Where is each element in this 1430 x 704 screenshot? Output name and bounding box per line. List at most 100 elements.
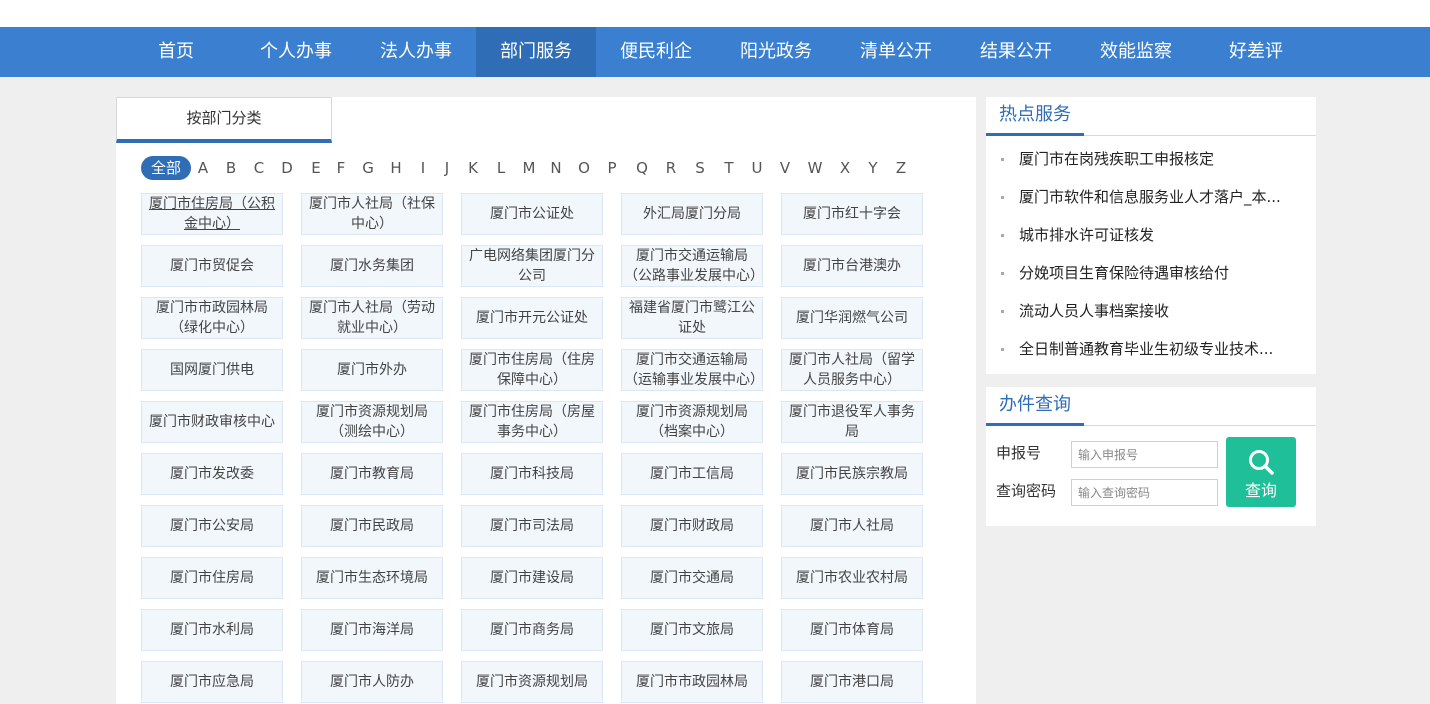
alphabet-letter-z[interactable]: Z — [892, 156, 910, 180]
department-item[interactable]: 厦门市人社局（劳动就业中心） — [301, 297, 443, 339]
department-item[interactable]: 厦门市人社局（留学人员服务中心） — [781, 349, 923, 391]
alphabet-letter-h[interactable]: H — [387, 156, 405, 180]
hot-service-item[interactable]: 分娩项目生育保险待遇审核给付 — [998, 261, 1308, 285]
alphabet-letter-u[interactable]: U — [748, 156, 766, 180]
department-item[interactable]: 厦门市建设局 — [461, 557, 603, 599]
department-item[interactable]: 厦门市人防办 — [301, 661, 443, 703]
alphabet-letter-k[interactable]: K — [464, 156, 482, 180]
nav-item[interactable]: 个人办事 — [236, 27, 356, 77]
query-button[interactable]: 查询 — [1226, 437, 1296, 507]
alphabet-letter-d[interactable]: D — [278, 156, 296, 180]
nav-item[interactable]: 法人办事 — [356, 27, 476, 77]
department-item[interactable]: 厦门市教育局 — [301, 453, 443, 495]
nav-item[interactable]: 便民利企 — [596, 27, 716, 77]
alphabet-letter-b[interactable]: B — [222, 156, 240, 180]
department-item[interactable]: 厦门市市政园林局 — [621, 661, 763, 703]
department-item[interactable]: 厦门市财政审核中心 — [141, 401, 283, 443]
nav-item[interactable]: 清单公开 — [836, 27, 956, 77]
alphabet-letter-r[interactable]: R — [662, 156, 680, 180]
department-item[interactable]: 厦门市人社局 — [781, 505, 923, 547]
department-item[interactable]: 厦门市民族宗教局 — [781, 453, 923, 495]
department-item[interactable]: 福建省厦门市鹭江公证处 — [621, 297, 763, 339]
department-item[interactable]: 厦门市农业农村局 — [781, 557, 923, 599]
alphabet-letter-o[interactable]: O — [575, 156, 593, 180]
alphabet-letter-w[interactable]: W — [806, 156, 824, 180]
department-item[interactable]: 厦门市台港澳办 — [781, 245, 923, 287]
nav-item[interactable]: 效能监察 — [1076, 27, 1196, 77]
query-password-input[interactable] — [1071, 479, 1218, 506]
department-item[interactable]: 厦门市外办 — [301, 349, 443, 391]
department-item[interactable]: 厦门市体育局 — [781, 609, 923, 651]
alphabet-letter-t[interactable]: T — [720, 156, 738, 180]
department-item[interactable]: 厦门市商务局 — [461, 609, 603, 651]
nav-item[interactable]: 结果公开 — [956, 27, 1076, 77]
department-item[interactable]: 厦门市开元公证处 — [461, 297, 603, 339]
department-item[interactable]: 厦门市生态环境局 — [301, 557, 443, 599]
alphabet-letter-m[interactable]: M — [520, 156, 538, 180]
department-item[interactable]: 厦门市水利局 — [141, 609, 283, 651]
alphabet-letter-g[interactable]: G — [359, 156, 377, 180]
department-item[interactable]: 厦门市港口局 — [781, 661, 923, 703]
hot-service-item[interactable]: 流动人员人事档案接收 — [998, 299, 1308, 323]
nav-item[interactable]: 部门服务 — [476, 27, 596, 77]
department-item[interactable]: 厦门市住房局 — [141, 557, 283, 599]
application-number-input[interactable] — [1071, 441, 1218, 468]
department-item[interactable]: 厦门市资源规划局（测绘中心） — [301, 401, 443, 443]
department-item[interactable]: 厦门市科技局 — [461, 453, 603, 495]
alphabet-letter-i[interactable]: I — [414, 156, 432, 180]
department-item[interactable]: 厦门市住房局（住房保障中心） — [461, 349, 603, 391]
nav-item[interactable]: 好差评 — [1196, 27, 1316, 77]
alphabet-all-button[interactable]: 全部 — [141, 156, 191, 180]
alphabet-letter-c[interactable]: C — [250, 156, 268, 180]
department-item[interactable]: 广电网络集团厦门分公司 — [461, 245, 603, 287]
department-item[interactable]: 外汇局厦门分局 — [621, 193, 763, 235]
department-item[interactable]: 厦门市应急局 — [141, 661, 283, 703]
tab-by-department[interactable]: 按部门分类 — [116, 97, 332, 143]
nav-item[interactable]: 首页 — [116, 27, 236, 77]
alphabet-letter-p[interactable]: P — [603, 156, 621, 180]
department-item[interactable]: 厦门市交通运输局（运输事业发展中心） — [621, 349, 763, 391]
department-item[interactable]: 厦门市住房局（公积金中心） — [141, 193, 283, 235]
department-label: 外汇局厦门分局 — [643, 206, 741, 222]
department-item[interactable]: 厦门市文旅局 — [621, 609, 763, 651]
department-item[interactable]: 厦门市贸促会 — [141, 245, 283, 287]
department-item[interactable]: 厦门市交通局 — [621, 557, 763, 599]
department-item[interactable]: 厦门市公证处 — [461, 193, 603, 235]
department-label: 厦门市民政局 — [330, 518, 414, 534]
department-item[interactable]: 厦门市交通运输局（公路事业发展中心） — [621, 245, 763, 287]
alphabet-letter-q[interactable]: Q — [633, 156, 651, 180]
hot-service-item[interactable]: 厦门市软件和信息服务业人才落户_本... — [998, 185, 1308, 209]
department-item[interactable]: 厦门市司法局 — [461, 505, 603, 547]
department-label: 厦门市商务局 — [490, 622, 574, 638]
department-item[interactable]: 厦门市工信局 — [621, 453, 763, 495]
department-item[interactable]: 厦门市住房局（房屋事务中心） — [461, 401, 603, 443]
alphabet-letter-l[interactable]: L — [492, 156, 510, 180]
department-item[interactable]: 厦门市民政局 — [301, 505, 443, 547]
hot-service-item[interactable]: 厦门市在岗残疾职工申报核定 — [998, 147, 1308, 171]
alphabet-letter-y[interactable]: Y — [864, 156, 882, 180]
department-item[interactable]: 厦门市公安局 — [141, 505, 283, 547]
alphabet-letter-s[interactable]: S — [691, 156, 709, 180]
nav-item[interactable]: 阳光政务 — [716, 27, 836, 77]
alphabet-letter-x[interactable]: X — [836, 156, 854, 180]
hot-service-item[interactable]: 城市排水许可证核发 — [998, 223, 1308, 247]
hot-service-item[interactable]: 全日制普通教育毕业生初级专业技术... — [998, 337, 1308, 361]
department-item[interactable]: 厦门水务集团 — [301, 245, 443, 287]
department-item[interactable]: 厦门市发改委 — [141, 453, 283, 495]
alphabet-letter-e[interactable]: E — [307, 156, 325, 180]
alphabet-letter-n[interactable]: N — [547, 156, 565, 180]
department-item[interactable]: 厦门华润燃气公司 — [781, 297, 923, 339]
alphabet-letter-a[interactable]: A — [194, 156, 212, 180]
alphabet-letter-j[interactable]: J — [438, 156, 456, 180]
department-item[interactable]: 厦门市人社局（社保中心） — [301, 193, 443, 235]
department-item[interactable]: 厦门市资源规划局（档案中心） — [621, 401, 763, 443]
department-item[interactable]: 厦门市资源规划局 — [461, 661, 603, 703]
department-item[interactable]: 厦门市海洋局 — [301, 609, 443, 651]
alphabet-letter-v[interactable]: V — [776, 156, 794, 180]
department-item[interactable]: 厦门市财政局 — [621, 505, 763, 547]
department-item[interactable]: 厦门市红十字会 — [781, 193, 923, 235]
department-item[interactable]: 厦门市退役军人事务局 — [781, 401, 923, 443]
alphabet-letter-f[interactable]: F — [332, 156, 350, 180]
department-item[interactable]: 国网厦门供电 — [141, 349, 283, 391]
department-item[interactable]: 厦门市市政园林局（绿化中心） — [141, 297, 283, 339]
